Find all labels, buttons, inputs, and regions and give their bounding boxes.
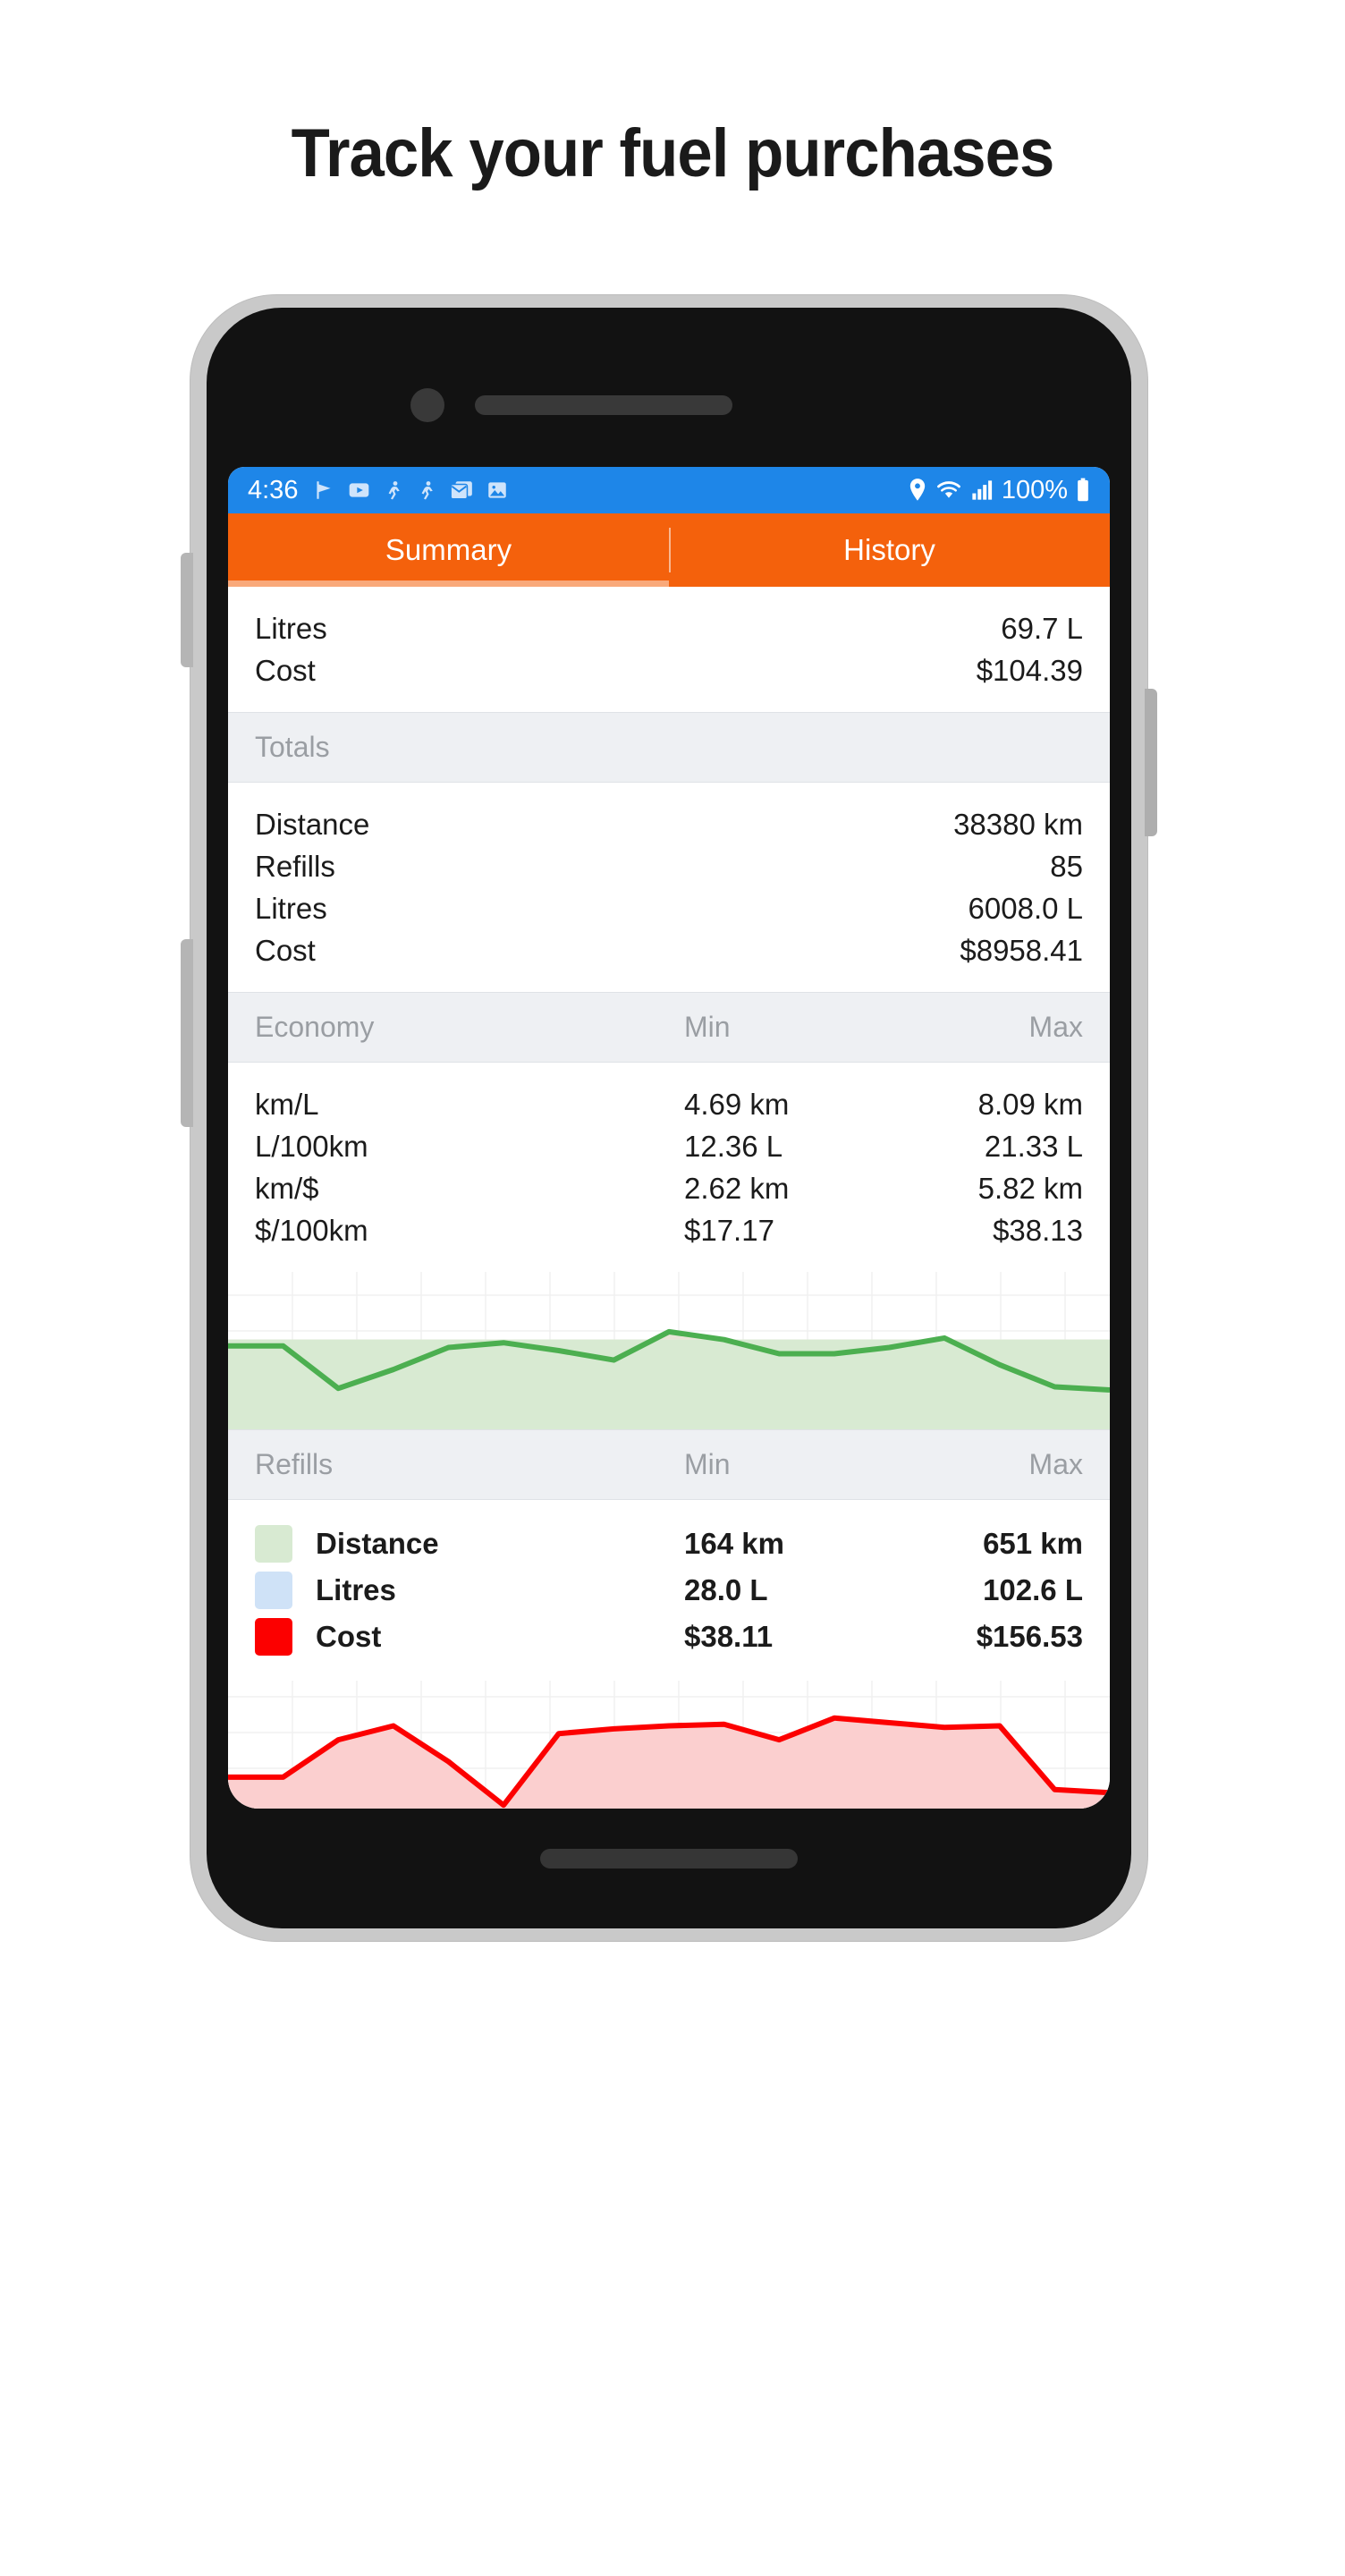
table-row[interactable]: L/100km 12.36 L 21.33 L — [228, 1125, 1110, 1167]
section-title: Totals — [255, 731, 330, 763]
signal-bars-icon — [970, 479, 994, 502]
phone-screen: 4:36 100% Summary History Litres 69.7 L … — [228, 467, 1110, 1809]
legend-swatch-distance — [255, 1525, 292, 1563]
section-header-totals: Totals — [228, 712, 1110, 783]
row-value: $8958.41 — [960, 933, 1083, 967]
row-label: Distance — [255, 807, 370, 841]
wifi-icon — [935, 479, 962, 502]
table-row[interactable]: km/$ 2.62 km 5.82 km — [228, 1167, 1110, 1209]
section-title: Economy — [255, 1011, 375, 1043]
row-label: Cost — [255, 933, 316, 967]
phone-bezel: 4:36 100% Summary History Litres 69.7 L … — [207, 308, 1131, 1928]
economy-chart[interactable] — [228, 1272, 1110, 1429]
row-value-max: $156.53 — [976, 1620, 1083, 1653]
table-row[interactable]: Distance 164 km 651 km — [228, 1521, 1110, 1567]
row-value: 38380 km — [953, 807, 1083, 841]
column-header-max: Max — [1028, 1011, 1083, 1043]
refills-rows: Distance 164 km 651 km Litres 28.0 L 102… — [228, 1500, 1110, 1681]
table-row[interactable]: Cost $38.11 $156.53 — [228, 1614, 1110, 1660]
volume-up-button[interactable] — [181, 553, 193, 667]
refills-chart-svg — [228, 1681, 1110, 1809]
table-row[interactable]: km/L 4.69 km 8.09 km — [228, 1083, 1110, 1125]
runner-icon — [383, 479, 404, 502]
earpiece-speaker — [475, 395, 732, 415]
legend-swatch-cost — [255, 1618, 292, 1656]
location-pin-icon — [908, 478, 927, 503]
tab-bar: Summary History — [228, 513, 1110, 587]
row-value: 85 — [1050, 849, 1083, 883]
row-value-min: 164 km — [684, 1527, 784, 1560]
row-value-min: $38.11 — [684, 1620, 774, 1653]
summary-top-rows: Litres 69.7 L Cost $104.39 — [228, 587, 1110, 712]
refills-chart[interactable] — [228, 1681, 1110, 1809]
row-value-max: $38.13 — [993, 1213, 1083, 1247]
table-row[interactable]: Litres 28.0 L 102.6 L — [228, 1567, 1110, 1614]
battery-percentage: 100% — [1001, 475, 1068, 504]
row-value-min: 2.62 km — [684, 1171, 790, 1205]
status-bar-system-icons: 100% — [908, 476, 1090, 505]
tab-history[interactable]: History — [669, 513, 1110, 587]
row-value-max: 102.6 L — [983, 1573, 1083, 1606]
column-header-max: Max — [1028, 1448, 1083, 1480]
status-bar: 4:36 100% — [228, 467, 1110, 513]
row-label: km/$ — [255, 1171, 319, 1205]
economy-chart-svg — [228, 1272, 1110, 1429]
tab-summary[interactable]: Summary — [228, 513, 669, 587]
section-header-economy: Economy Min Max — [228, 992, 1110, 1063]
row-value-min: 4.69 km — [684, 1087, 790, 1121]
row-value-max: 5.82 km — [977, 1171, 1083, 1205]
row-value-min: 28.0 L — [684, 1573, 768, 1606]
row-value-max: 651 km — [983, 1527, 1083, 1560]
legend-swatch-litres — [255, 1572, 292, 1609]
runner-icon — [416, 479, 437, 502]
row-value: 6008.0 L — [968, 891, 1083, 925]
row-label: Litres — [316, 1573, 396, 1606]
table-row[interactable]: Litres 69.7 L — [228, 607, 1110, 649]
economy-rows: km/L 4.69 km 8.09 km L/100km 12.36 L 21.… — [228, 1063, 1110, 1272]
home-indicator[interactable] — [540, 1849, 798, 1868]
table-row[interactable]: Cost $104.39 — [228, 649, 1110, 691]
column-header-min: Min — [684, 1448, 731, 1480]
email-icon — [449, 479, 474, 502]
table-row[interactable]: Distance 38380 km — [228, 803, 1110, 845]
row-value-max: 21.33 L — [984, 1129, 1083, 1163]
page-title: Track your fuel purchases — [291, 115, 1055, 191]
row-label: Litres — [255, 891, 327, 925]
gallery-icon — [486, 479, 509, 502]
row-value-min: $17.17 — [684, 1213, 774, 1247]
phone-frame: 4:36 100% Summary History Litres 69.7 L … — [181, 295, 1157, 1941]
status-bar-time: 4:36 — [248, 475, 299, 504]
row-label: Distance — [316, 1527, 439, 1560]
row-value-min: 12.36 L — [684, 1129, 783, 1163]
table-row[interactable]: Cost $8958.41 — [228, 929, 1110, 971]
status-bar-notification-icons — [312, 479, 509, 502]
battery-icon — [1076, 478, 1090, 503]
row-value: $104.39 — [976, 653, 1083, 687]
volume-down-button[interactable] — [181, 939, 193, 1127]
section-title: Refills — [255, 1448, 334, 1480]
table-row[interactable]: $/100km $17.17 $38.13 — [228, 1209, 1110, 1251]
row-label: Cost — [255, 653, 316, 687]
totals-rows: Distance 38380 km Refills 85 Litres 6008… — [228, 783, 1110, 992]
row-value-max: 8.09 km — [977, 1087, 1083, 1121]
row-value: 69.7 L — [1001, 611, 1083, 645]
flag-icon — [312, 479, 335, 502]
tab-summary-label: Summary — [385, 533, 512, 566]
power-button[interactable] — [1145, 689, 1157, 836]
tab-divider — [669, 528, 671, 572]
row-label: $/100km — [255, 1213, 368, 1247]
column-header-min: Min — [684, 1011, 731, 1043]
front-camera-icon — [410, 388, 444, 422]
tab-active-indicator — [228, 580, 669, 587]
row-label: Cost — [316, 1620, 382, 1653]
row-label: Refills — [255, 849, 335, 883]
table-row[interactable]: Litres 6008.0 L — [228, 887, 1110, 929]
row-label: L/100km — [255, 1129, 368, 1163]
row-label: Litres — [255, 611, 327, 645]
tab-history-label: History — [843, 533, 935, 566]
row-label: km/L — [255, 1087, 319, 1121]
youtube-icon — [347, 479, 371, 502]
section-header-refills: Refills Min Max — [228, 1429, 1110, 1500]
table-row[interactable]: Refills 85 — [228, 845, 1110, 887]
